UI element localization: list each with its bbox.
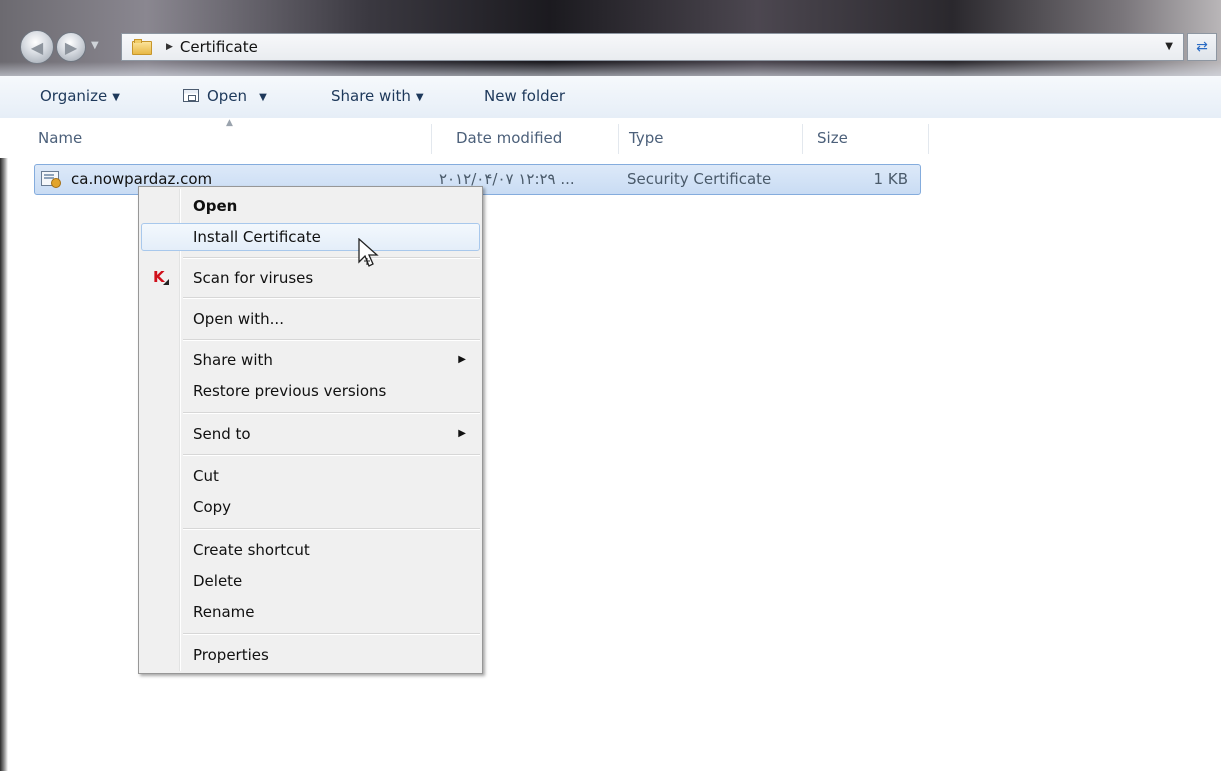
chevron-down-icon: ▼ bbox=[415, 92, 424, 103]
window-title-bar: ◀ ▶ ▼ ▶ Certificate ▼ ⇄ bbox=[0, 0, 1221, 76]
refresh-button[interactable]: ⇄ bbox=[1187, 33, 1217, 61]
sort-ascending-icon: ▲ bbox=[226, 118, 233, 128]
menu-item-label: Create shortcut bbox=[193, 541, 310, 559]
recent-pages-chevron-icon[interactable]: ▼ bbox=[91, 40, 99, 51]
menu-item-label: Scan for viruses bbox=[193, 269, 314, 287]
open-button[interactable]: Open ▼ bbox=[183, 87, 267, 105]
menu-item-restore-previous-versions[interactable]: Restore previous versions bbox=[141, 377, 480, 405]
folder-icon bbox=[132, 39, 152, 55]
menu-separator bbox=[183, 412, 480, 414]
menu-item-label: Install Certificate bbox=[193, 228, 321, 246]
menu-item-open[interactable]: Open bbox=[141, 192, 480, 220]
column-header-size[interactable]: Size bbox=[809, 118, 929, 158]
menu-separator bbox=[183, 528, 480, 530]
window-frame-edge bbox=[0, 76, 8, 771]
menu-item-open-with[interactable]: Open with... bbox=[141, 305, 480, 333]
menu-item-rename[interactable]: Rename bbox=[141, 598, 480, 626]
share-with-button[interactable]: Share with ▼ bbox=[331, 87, 424, 105]
menu-item-copy[interactable]: Copy bbox=[141, 493, 480, 521]
address-bar[interactable]: ▶ Certificate ▼ bbox=[121, 33, 1184, 61]
column-header-type[interactable]: Type bbox=[621, 118, 801, 158]
column-headers: Name ▲ Date modified Type Size bbox=[0, 118, 1221, 158]
menu-item-create-shortcut[interactable]: Create shortcut bbox=[141, 536, 480, 564]
context-menu: Open Install Certificate Scan for viruse… bbox=[138, 186, 483, 674]
organize-label: Organize bbox=[40, 87, 108, 105]
menu-separator bbox=[183, 297, 480, 299]
file-type: Security Certificate bbox=[627, 170, 772, 188]
open-window-icon bbox=[183, 89, 199, 102]
forward-arrow-icon: ▶ bbox=[64, 37, 78, 57]
menu-item-install-certificate[interactable]: Install Certificate bbox=[141, 223, 480, 251]
menu-separator bbox=[183, 339, 480, 341]
share-with-label: Share with bbox=[331, 87, 411, 105]
breadcrumb-certificate[interactable]: Certificate bbox=[180, 38, 258, 56]
menu-item-delete[interactable]: Delete bbox=[141, 567, 480, 595]
file-size: 1 KB bbox=[873, 170, 908, 188]
column-header-date-modified[interactable]: Date modified bbox=[448, 118, 618, 158]
menu-item-scan-for-viruses[interactable]: Scan for viruses bbox=[141, 263, 480, 292]
menu-item-label: Open with... bbox=[193, 310, 284, 328]
mouse-cursor-icon bbox=[358, 238, 379, 267]
menu-item-label: Properties bbox=[193, 646, 269, 664]
back-arrow-icon: ◀ bbox=[30, 37, 44, 57]
menu-item-label: Send to bbox=[193, 425, 251, 443]
kaspersky-icon bbox=[153, 263, 169, 291]
menu-separator bbox=[183, 257, 480, 259]
menu-item-share-with[interactable]: Share with ▶ bbox=[141, 346, 480, 374]
menu-item-label: Copy bbox=[193, 498, 232, 516]
menu-item-cut[interactable]: Cut bbox=[141, 462, 480, 490]
new-folder-button[interactable]: New folder bbox=[484, 87, 565, 105]
menu-item-label: Share with bbox=[193, 351, 273, 369]
chevron-down-icon: ▼ bbox=[259, 92, 267, 103]
column-divider[interactable] bbox=[431, 124, 432, 154]
chevron-down-icon: ▼ bbox=[112, 92, 120, 103]
breadcrumb-chevron-icon[interactable]: ▶ bbox=[166, 42, 173, 52]
organize-button[interactable]: Organize ▼ bbox=[40, 87, 120, 105]
back-button[interactable]: ◀ bbox=[20, 30, 54, 64]
column-divider[interactable] bbox=[928, 124, 929, 154]
menu-item-send-to[interactable]: Send to ▶ bbox=[141, 420, 480, 448]
certificate-icon bbox=[41, 171, 61, 188]
menu-item-label: Cut bbox=[193, 467, 219, 485]
menu-item-label: Delete bbox=[193, 572, 243, 590]
open-label: Open bbox=[207, 87, 248, 105]
menu-item-label: Open bbox=[193, 197, 238, 215]
column-divider[interactable] bbox=[618, 124, 619, 154]
forward-button[interactable]: ▶ bbox=[56, 32, 86, 62]
refresh-icon: ⇄ bbox=[1196, 39, 1208, 55]
submenu-arrow-icon: ▶ bbox=[458, 428, 466, 439]
submenu-arrow-icon: ▶ bbox=[458, 354, 466, 365]
menu-separator bbox=[183, 454, 480, 456]
menu-item-label: Rename bbox=[193, 603, 255, 621]
address-dropdown-icon[interactable]: ▼ bbox=[1165, 41, 1173, 52]
menu-separator bbox=[183, 633, 480, 635]
command-toolbar: Organize ▼ Open ▼ Share with ▼ New folder bbox=[0, 76, 1221, 119]
column-divider[interactable] bbox=[802, 124, 803, 154]
menu-item-properties[interactable]: Properties bbox=[141, 641, 480, 669]
new-folder-label: New folder bbox=[484, 87, 566, 105]
menu-item-label: Restore previous versions bbox=[193, 382, 387, 400]
